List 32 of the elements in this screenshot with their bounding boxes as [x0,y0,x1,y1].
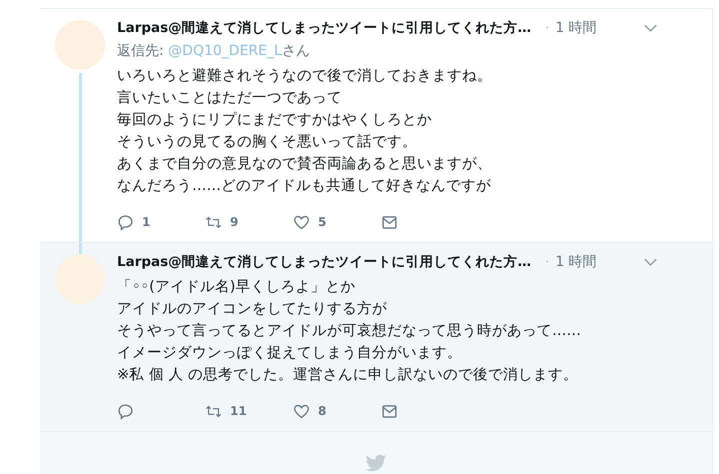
separator-dot: · [545,254,550,270]
tweet-text-line: 言いたいことはただ一つであって [117,88,343,108]
tweet-text-line: 「◦◦(アイドル名)早くしろよ」とか [117,278,356,297]
tweet-text-line: ※私 個 人 の思考でした。運営さんに申し訳ないので後で消します。 [117,366,579,385]
retweet-button[interactable]: 9 [205,214,293,230]
like-button[interactable]: 5 [293,214,381,230]
tweet-text-line: なんだろう……どのアイドルも共通して好きなんですが [117,177,492,196]
reply-to-text: 返信先: @DQ10_DERE_Lさん [117,42,311,60]
tweet-text-line: 毎回のようにリプにまだですかはやくしろとか [117,110,433,130]
speech-bubble-icon [117,402,134,420]
tweet-text-line: アイドルのアイコンをしてたりする方が [117,300,388,319]
chevron-down-icon[interactable] [644,24,657,32]
retweet-button[interactable]: 11 [205,402,293,420]
tweet-text-line: いろいろと避難されそうなので後で消しておきますね。 [117,67,493,86]
timestamp[interactable]: 1 時間 [555,19,597,37]
heart-icon [293,402,310,420]
bird-icon [365,454,387,473]
speech-bubble-icon [117,214,134,230]
tweet-text-line: そうやって言ってるとアイドルが可哀想だなって思う時があって…… [117,322,582,341]
separator-dot: · [545,20,550,36]
heart-icon [293,214,310,230]
envelope-icon [381,402,398,420]
user-name[interactable]: Larpas@間違えて消してしまったツイートに引用してくれた方… [117,253,532,271]
tweet-text-line: そういうの見てるの胸くそ悪いって話です。 [117,133,418,152]
tweet-text-line: あくまで自分の意見なので賛否両論あると思いますが、 [117,155,493,174]
tweet-text-line: イメージダウンっぽく捉えてしまう自分がいます。 [117,344,463,363]
timestamp[interactable]: 1 時間 [555,253,597,271]
chevron-down-icon[interactable] [644,258,657,266]
user-name[interactable]: Larpas@間違えて消してしまったツイートに引用してくれた方… [117,19,532,37]
envelope-icon [381,214,398,230]
reply-button[interactable]: 1 [117,214,205,230]
like-button[interactable]: 8 [293,402,381,420]
